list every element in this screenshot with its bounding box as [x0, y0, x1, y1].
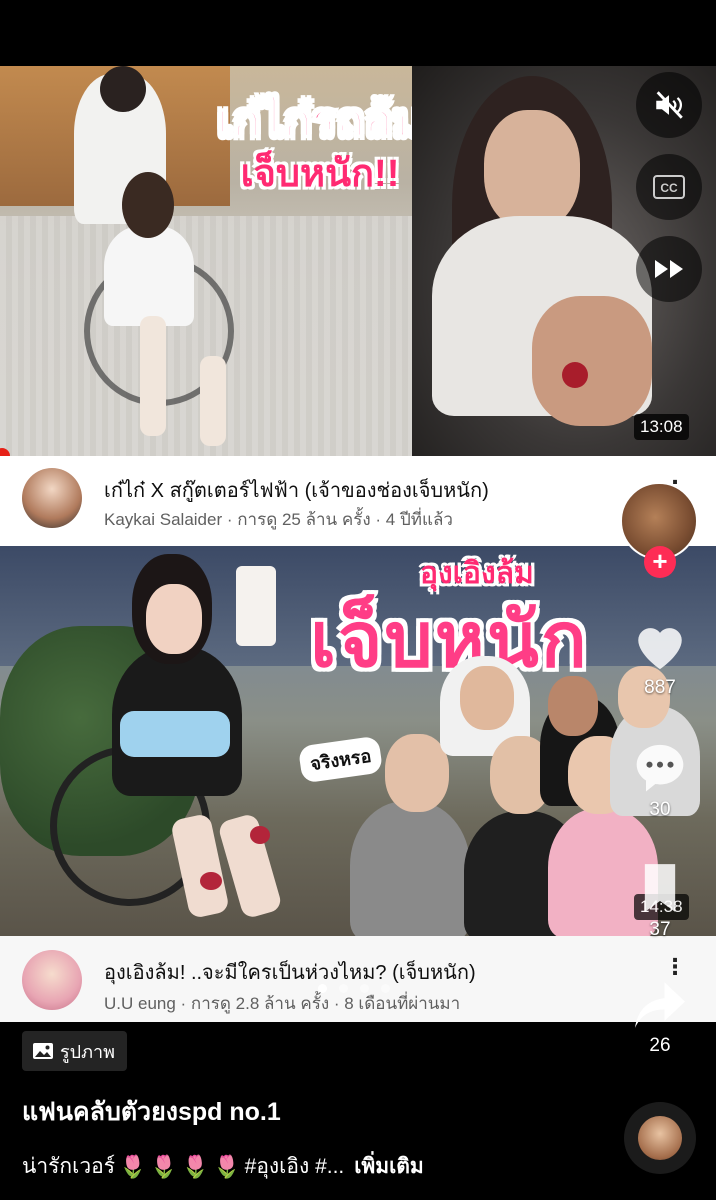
music-disc-cover — [638, 1116, 682, 1160]
comment-count: 30 — [649, 799, 671, 820]
photo-mode-label: รูปภาพ — [60, 1041, 115, 1062]
heart-icon — [638, 628, 682, 670]
caption-more-link[interactable]: เพิ่มเติม — [354, 1150, 424, 1183]
carousel-dot[interactable] — [381, 984, 390, 993]
author-name[interactable]: แฟนคลับตัวยงspd no.1 — [22, 1092, 281, 1132]
carousel-photo[interactable]: เก๋ไก๋รถล้ม เจ็บหนัก!! 13:08 CC เก๋ไก๋ X… — [0, 66, 716, 1022]
tulip-emoji-icon: 🌷 — [119, 1153, 147, 1179]
carousel-indicator — [318, 984, 390, 993]
carousel-dot[interactable] — [318, 984, 327, 993]
music-disc[interactable] — [624, 1102, 696, 1174]
thumb2-speech-bubble: จริงหรอ — [297, 735, 384, 784]
video1-duration: 13:08 — [634, 414, 689, 440]
fast-forward-icon — [655, 260, 683, 278]
video2-title[interactable]: อุงเอิงล้ม! ..จะมีใครเป็นห่วงไหม? (เจ็บห… — [104, 956, 476, 988]
comment-button[interactable]: 30 — [612, 740, 708, 821]
like-button[interactable]: 887 — [612, 618, 708, 699]
mute-icon — [656, 91, 683, 119]
caption-hashtags[interactable]: #อุงเอิง #... — [245, 1150, 345, 1183]
comment-icon — [636, 744, 684, 792]
like-count: 887 — [644, 677, 676, 698]
save-button[interactable]: 37 — [612, 862, 708, 941]
video2-meta: U.U eung · การดู 2.8 ล้าน ครั้ง · 8 เดือ… — [104, 994, 461, 1013]
video2-thumbnail[interactable]: อุงเอิงล้ม เจ็บหนัก จริงหรอ !! 14:38 — [0, 546, 716, 936]
share-button[interactable]: 26 — [612, 980, 708, 1057]
post-caption[interactable]: น่ารักเวอร์ 🌷 🌷 🌷 🌷 #อุงเอิง #... เพิ่มเ… — [22, 1150, 424, 1183]
photo-mode-chip[interactable]: รูปภาพ — [22, 1031, 127, 1071]
video1-thumbnail[interactable]: เก๋ไก๋รถล้ม เจ็บหนัก!! 13:08 — [0, 66, 716, 456]
tulip-emoji-icon: 🌷 — [150, 1153, 178, 1179]
captions-button[interactable]: CC — [636, 154, 702, 220]
cc-icon: CC — [653, 175, 685, 199]
video1-meta: Kaykai Salaider · การดู 25 ล้าน ครั้ง · … — [104, 510, 453, 529]
video1-title[interactable]: เก๋ไก๋ X สกู๊ตเตอร์ไฟฟ้า (เจ้าของช่องเจ็… — [104, 474, 489, 506]
video2-more-icon[interactable]: ⋮ — [664, 954, 686, 980]
share-count: 26 — [649, 1035, 671, 1056]
thumb1-title: เก๋ไก๋รถล้ม เจ็บหนัก!! — [216, 93, 424, 195]
save-count: 37 — [649, 919, 671, 940]
tulip-emoji-icon: 🌷 — [181, 1153, 210, 1179]
carousel-dot[interactable] — [360, 984, 369, 993]
tulip-emoji-icon: 🌷 — [213, 1153, 241, 1179]
video2-info[interactable]: อุงเอิงล้ม! ..จะมีใครเป็นห่วงไหม? (เจ็บห… — [0, 936, 716, 1022]
kaykai-avatar[interactable] — [22, 468, 82, 528]
mute-button[interactable] — [636, 72, 702, 138]
share-arrow-icon — [635, 982, 685, 1028]
svg-text:CC: CC — [660, 181, 678, 195]
bookmark-icon — [644, 864, 676, 912]
image-icon — [33, 1043, 53, 1059]
carousel-dot[interactable] — [339, 984, 348, 993]
fast-forward-button[interactable] — [636, 236, 702, 302]
follow-button[interactable]: + — [644, 546, 676, 578]
uu-eung-avatar[interactable] — [22, 950, 82, 1010]
caption-text: น่ารักเวอร์ — [22, 1155, 116, 1178]
video1-info[interactable]: เก๋ไก๋ X สกู๊ตเตอร์ไฟฟ้า (เจ้าของช่องเจ็… — [0, 456, 716, 542]
